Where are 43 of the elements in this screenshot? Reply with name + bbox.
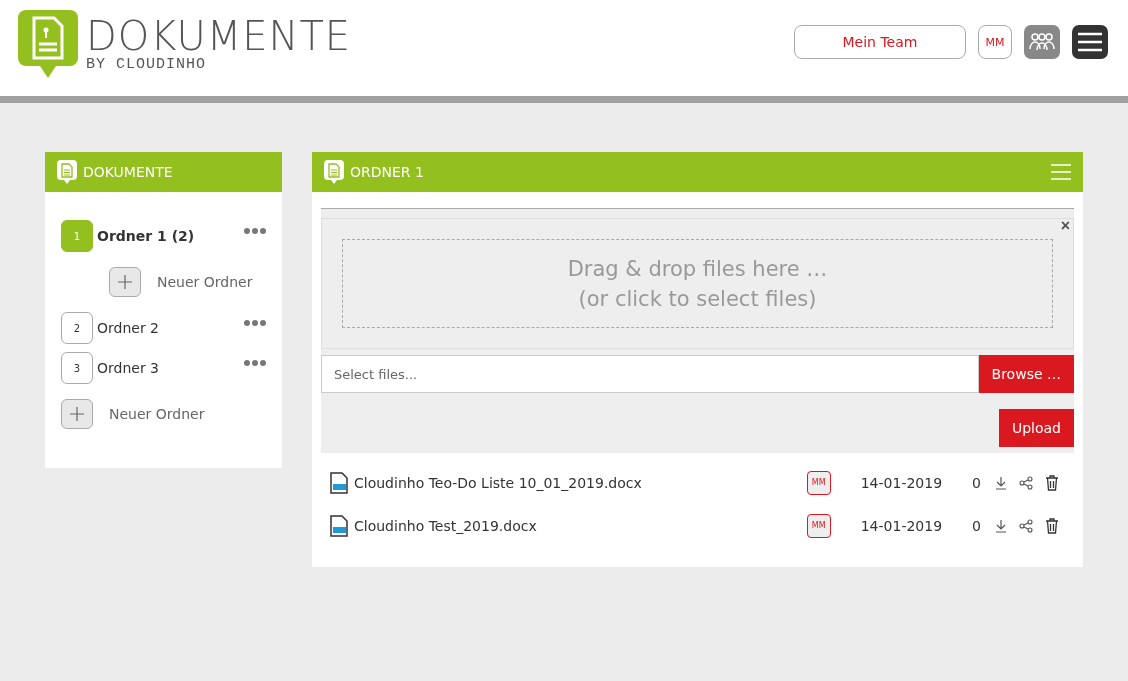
menu-icon — [1077, 32, 1103, 52]
file-input[interactable]: Select files... — [321, 355, 979, 393]
download-count: 0 — [972, 474, 981, 491]
folder-name[interactable]: Ordner 2 — [97, 320, 240, 336]
file-date: 14-01-2019 — [860, 474, 943, 491]
folder-name[interactable]: Ordner 1 (2) — [97, 228, 240, 244]
more-button[interactable] — [244, 228, 266, 234]
add-button[interactable] — [61, 399, 93, 429]
document-icon — [324, 160, 344, 184]
drop-hint: Drag & drop files here … — [567, 256, 828, 281]
folder-number[interactable]: 2 — [61, 312, 93, 344]
menu-button[interactable] — [1072, 25, 1108, 59]
people-icon — [1028, 32, 1056, 52]
file-icon — [330, 471, 348, 494]
download-count: 0 — [972, 517, 981, 534]
add-button[interactable] — [109, 267, 141, 297]
panel-title: DOKUMENTE — [83, 164, 173, 180]
document-icon — [57, 160, 77, 184]
drop-hint: (or click to select files) — [578, 286, 817, 311]
close-button[interactable]: × — [1060, 218, 1070, 234]
upload-button[interactable]: Upload — [998, 409, 1074, 447]
more-button[interactable] — [244, 320, 266, 326]
group-button[interactable] — [1024, 25, 1060, 59]
logo-icon — [18, 10, 78, 78]
logo-subtitle: BY CLOUDINHO — [86, 55, 208, 73]
owner-badge[interactable]: MM — [806, 470, 831, 495]
team-button[interactable]: Mein Team — [794, 25, 966, 59]
browse-button[interactable]: Browse … — [978, 355, 1074, 393]
panel-title: ORDNER 1 — [350, 164, 425, 180]
add-label[interactable]: Neuer Ordner — [109, 406, 205, 422]
plus-icon — [117, 274, 133, 290]
file-name[interactable]: Cloudinho Test_2019.docx — [354, 517, 807, 534]
owner-badge[interactable]: MM — [806, 513, 831, 538]
file-date: 14-01-2019 — [860, 517, 943, 534]
logo-title: DOKUMENTE — [86, 15, 352, 56]
more-button[interactable] — [244, 360, 266, 366]
user-button[interactable]: MM — [978, 25, 1012, 59]
folder-name[interactable]: Ordner 3 — [97, 360, 240, 376]
plus-icon — [69, 406, 85, 422]
file-name[interactable]: Cloudinho Teo-Do Liste 10_01_2019.docx — [354, 474, 807, 491]
file-icon — [330, 514, 348, 537]
add-label[interactable]: Neuer Ordner — [157, 274, 253, 290]
folder-number[interactable]: 3 — [61, 352, 93, 384]
